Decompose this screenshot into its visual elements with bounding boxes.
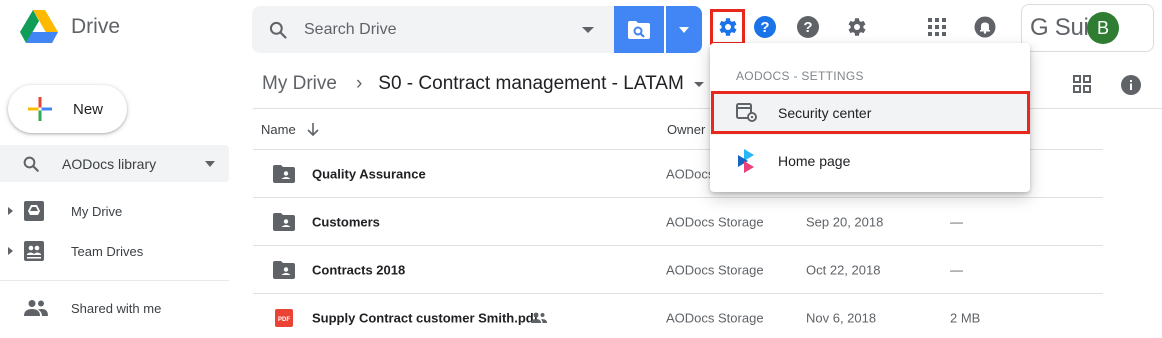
- file-owner: AODocs Storage: [666, 214, 764, 229]
- table-row[interactable]: Customers AODocs Storage Sep 20, 2018 —: [253, 198, 1103, 246]
- search-dropdown-button[interactable]: [666, 6, 702, 53]
- shared-folder-icon: [273, 260, 295, 279]
- grid-view-icon: [1073, 75, 1091, 93]
- shared-people-icon: [531, 312, 547, 323]
- drive-logo[interactable]: Drive: [20, 10, 120, 44]
- sidebar-item-my-drive[interactable]: My Drive: [0, 193, 229, 229]
- search-icon: [23, 156, 39, 172]
- sidebar-divider: [0, 280, 229, 281]
- file-name: Quality Assurance: [312, 166, 426, 181]
- svg-text:?: ?: [803, 19, 812, 36]
- menu-title: AODOCS - SETTINGS: [736, 69, 864, 83]
- details-button[interactable]: [1121, 75, 1141, 100]
- expand-arrow-icon[interactable]: [8, 247, 13, 255]
- aodocs-logo-icon: [738, 149, 754, 173]
- folder-search-icon: [628, 20, 650, 39]
- pdf-badge: PDF: [278, 317, 290, 323]
- chevron-down-icon[interactable]: [205, 160, 215, 167]
- breadcrumb-current[interactable]: S0 - Contract management - LATAM: [378, 73, 684, 95]
- expand-arrow-icon[interactable]: [8, 207, 13, 215]
- security-center-highlight-box: [711, 91, 1030, 134]
- apps-grid-icon: [928, 18, 946, 36]
- search-input[interactable]: Search Drive: [304, 21, 582, 39]
- aodocs-settings-menu: AODOCS - SETTINGS Security center Home p…: [710, 43, 1030, 192]
- menu-item-label: Home page: [778, 153, 851, 169]
- pdf-icon: PDF: [275, 309, 293, 327]
- sidebar-item-team-drives[interactable]: Team Drives: [0, 233, 229, 269]
- file-owner: AODocs Storage: [666, 310, 764, 326]
- search-in-folder-button[interactable]: [614, 6, 664, 53]
- sidebar-item-label: Shared with me: [71, 300, 162, 316]
- search-icon[interactable]: [268, 20, 288, 40]
- plus-icon: [28, 97, 52, 121]
- file-modified: Oct 22, 2018: [806, 262, 881, 277]
- bell-icon: [974, 16, 996, 38]
- apps-button[interactable]: [924, 14, 950, 40]
- drive-icon: [24, 201, 44, 221]
- people-icon: [24, 300, 48, 316]
- breadcrumb-root[interactable]: My Drive: [262, 73, 337, 95]
- menu-item-home-page[interactable]: Home page: [710, 139, 1030, 183]
- drive-app: Drive Search Drive ? ? G Suite B New AOD…: [0, 0, 1162, 338]
- sidebar-item-shared-with-me[interactable]: Shared with me: [0, 290, 229, 326]
- file-name: Contracts 2018: [312, 262, 406, 277]
- notifications-button[interactable]: [972, 14, 998, 40]
- info-icon: [1121, 75, 1141, 95]
- file-name: Supply Contract customer Smith.pdf: [312, 310, 539, 326]
- settings-button[interactable]: [843, 14, 869, 40]
- chevron-right-icon: ›: [355, 73, 363, 94]
- shared-folder-icon: [273, 164, 295, 183]
- file-name: Customers: [312, 214, 380, 229]
- library-selector[interactable]: AODocs library: [0, 145, 229, 182]
- avatar[interactable]: B: [1087, 12, 1119, 44]
- new-button-label: New: [73, 100, 104, 118]
- file-owner: AODocs Storage: [666, 262, 764, 277]
- sidebar-item-label: Team Drives: [71, 243, 144, 259]
- sidebar-item-label: My Drive: [71, 203, 123, 219]
- column-header-name[interactable]: Name: [261, 122, 319, 137]
- file-size: —: [950, 214, 963, 229]
- search-bar[interactable]: Search Drive: [252, 6, 614, 53]
- app-name: Drive: [71, 15, 121, 38]
- column-header-label: Name: [261, 122, 296, 137]
- file-size: —: [950, 262, 963, 277]
- table-row[interactable]: Contracts 2018 AODocs Storage Oct 22, 20…: [253, 246, 1103, 294]
- svg-text:?: ?: [760, 19, 769, 36]
- library-selector-label: AODocs library: [62, 155, 157, 172]
- settings-highlight-box: [710, 9, 745, 45]
- breadcrumb: My Drive › S0 - Contract management - LA…: [262, 73, 704, 95]
- team-drives-icon: [24, 241, 44, 261]
- help-icon: ?: [754, 16, 776, 38]
- shared-folder-icon: [273, 212, 295, 231]
- drive-logo-icon: [20, 10, 58, 43]
- table-row[interactable]: PDF Supply Contract customer Smith.pdf A…: [253, 294, 1103, 338]
- chevron-down-icon[interactable]: [693, 81, 704, 87]
- help-icon: ?: [797, 16, 819, 38]
- file-size: 2 MB: [950, 310, 981, 326]
- file-modified: Nov 6, 2018: [806, 310, 877, 326]
- arrow-down-icon: [307, 123, 319, 137]
- search-options-icon[interactable]: [582, 26, 594, 33]
- chevron-down-icon: [679, 26, 689, 33]
- grid-view-button[interactable]: [1073, 75, 1091, 98]
- file-modified: Sep 20, 2018: [806, 214, 884, 229]
- aodocs-help-button[interactable]: ?: [752, 14, 778, 40]
- column-header-owner[interactable]: Owner: [667, 122, 705, 137]
- gear-icon: [848, 18, 866, 36]
- help-button[interactable]: ?: [795, 14, 821, 40]
- file-owner: AODocs: [666, 166, 715, 181]
- new-button[interactable]: New: [8, 85, 127, 133]
